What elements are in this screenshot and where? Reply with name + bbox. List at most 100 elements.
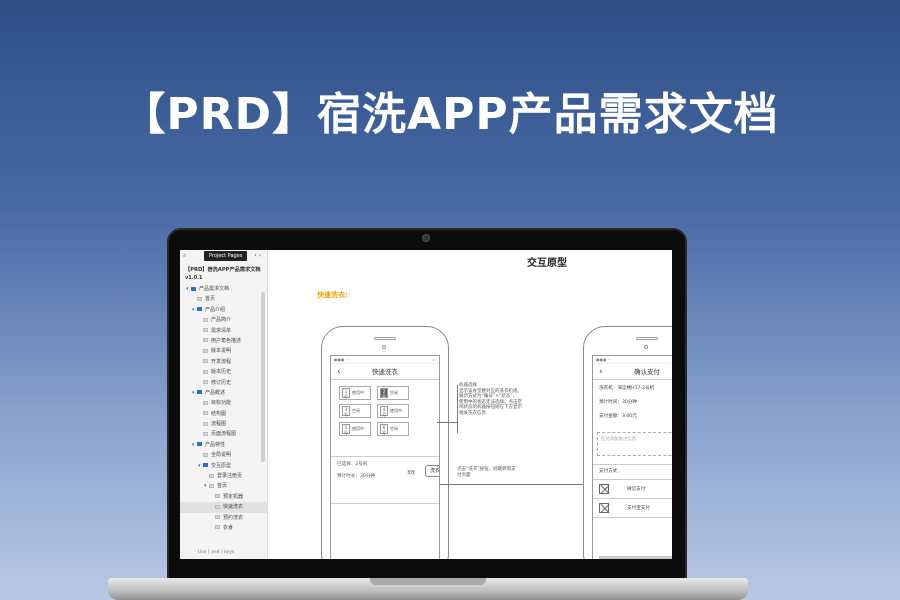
nav-arrows-icon[interactable]: ‹ › [254, 252, 261, 259]
search-icon[interactable]: ⌕ [183, 252, 186, 260]
phone-mockup-quick-wash: ●●● ◠ ▭ ‹ 快速洗衣 1号 使用中 2号 空闲 3号 空闲 4号 使用中 5号 使用中 6号空… [321, 326, 449, 559]
page-icon [215, 494, 220, 499]
sidebar-item[interactable]: 预定机器 [180, 492, 267, 502]
phone-screen: ●●● ◠▭ ‹ 确认支付 洗衣机：海淀楼H17-2号机 预计时间：30分钟 支… [592, 355, 672, 559]
folder-icon [191, 286, 196, 291]
nav-bar: ‹ 快速洗衣 [331, 364, 439, 380]
keyboard-hint: Use [ and ] keys [198, 550, 235, 555]
sidebar-item-label: 产品简介 [211, 317, 232, 324]
sidebar-item[interactable]: 修订历史 [180, 378, 267, 388]
page-tree: ▾ 产品需求文档 首页 ▾ 产品介绍 产品简介 需求清单 用户角色描述 版本说明 开发流程 版本历史… [180, 284, 267, 533]
page-icon [203, 338, 208, 343]
machine-button[interactable]: 4号 使用中 [377, 404, 409, 418]
sidebar-item[interactable]: ▾ 产品概述 [180, 388, 267, 398]
sidebar-item[interactable]: 版本说明 [180, 346, 267, 356]
sidebar-item[interactable]: ▾ 产品介绍 [180, 305, 267, 315]
sidebar-item-label: 全局说明 [211, 452, 232, 459]
sidebar-item-label: 版本历史 [211, 369, 232, 376]
page-icon [203, 369, 208, 374]
pay-option[interactable]: 支付宝支付 [593, 499, 672, 518]
folder-icon [197, 442, 202, 447]
sidebar-item[interactable]: 快速洗衣 [180, 502, 267, 513]
sidebar-item-label: 快速洗衣 [223, 504, 244, 511]
page-icon [203, 421, 208, 426]
machine-status: 空闲 [352, 408, 360, 413]
sidebar-item[interactable]: 开发流程 [180, 357, 267, 367]
remark-placeholder: 在此添加备注信息 [601, 437, 637, 442]
sidebar-item[interactable]: 预约洗衣 [180, 513, 267, 523]
amount-row: 支付金额：3.00元 [599, 414, 637, 419]
sidebar-item[interactable]: ▾ 交互原型 [180, 461, 267, 471]
machine-button[interactable]: 2号 空闲 [377, 386, 409, 400]
project-title: 【PRD】宿洗APP产品需求文档 [185, 267, 261, 273]
content-area: 交互原型 快速洗衣: ●●● ◠ ▭ ‹ 快速洗衣 1号 使用中 2号 空闲 3号 空闲 4号… [269, 250, 672, 559]
machine-status: 使用中 [352, 390, 364, 395]
sidebar-item[interactable]: 需求清单 [180, 326, 267, 336]
sidebar-scrollbar[interactable] [261, 292, 265, 462]
machine-button[interactable]: 3号 空闲 [339, 404, 371, 418]
sidebar-item[interactable]: 全局说明 [180, 450, 267, 460]
machine-button[interactable]: 6号 空闲 [377, 422, 409, 436]
sidebar-item[interactable]: 首页 [180, 294, 267, 304]
sidebar-item[interactable]: 版本历史 [180, 367, 267, 377]
folder-icon [197, 390, 202, 395]
machine-number: 2号 [380, 388, 388, 399]
sidebar-item-label: 开发流程 [211, 358, 232, 365]
duration-row: 预计时间：30分钟 [599, 400, 638, 405]
selection-info: 已选择：2号机 预计时长：30分钟 3元 洗衣 [331, 456, 439, 504]
sidebar-item[interactable]: ▾ 产品特性 [180, 440, 267, 450]
page-icon [203, 359, 208, 364]
wash-button[interactable]: 洗衣 [425, 465, 439, 477]
sidebar-item-label: 页面流程图 [211, 431, 237, 438]
sidebar-item[interactable]: 页面流程图 [180, 429, 267, 439]
page-icon [209, 483, 214, 488]
back-arrow-icon[interactable]: ‹ [599, 364, 603, 380]
page-icon [203, 317, 208, 322]
sidebar-item[interactable]: 结构图 [180, 409, 267, 419]
sidebar-item[interactable]: 衣食 [180, 523, 267, 533]
pay-logo-placeholder-icon [599, 503, 609, 513]
tab-project-pages[interactable]: Project Pages [204, 251, 248, 261]
sidebar-item[interactable]: ▾ 首页 [180, 481, 267, 491]
sidebar: ⌕ Project Pages ‹ › 【PRD】宿洗APP产品需求文档 v1.… [180, 250, 268, 559]
sidebar-item-label: 结构图 [211, 410, 227, 417]
pay-button[interactable]: 支付 [599, 556, 672, 559]
sidebar-item[interactable]: ▾ 产品需求文档 [180, 284, 267, 294]
nav-title: 快速洗衣 [372, 368, 398, 376]
sidebar-item[interactable]: 用户角色描述 [180, 336, 267, 346]
nav-title: 确认支付 [634, 368, 660, 376]
pay-logo-placeholder-icon [599, 484, 609, 494]
machine-button[interactable]: 1号 使用中 [339, 386, 371, 400]
page-icon [203, 400, 208, 405]
sidebar-item-label: 产品需求文档 [199, 286, 230, 292]
machine-number: 6号 [380, 424, 388, 435]
page-icon [203, 328, 208, 333]
folder-icon [197, 307, 202, 312]
nav-bar: ‹ 确认支付 [593, 364, 672, 380]
sidebar-item[interactable]: 流程图 [180, 419, 267, 429]
machine-button[interactable]: 5号 使用中 [339, 422, 371, 436]
page-icon [197, 296, 202, 301]
page-icon [209, 473, 214, 478]
page-title: 交互原型 [527, 258, 567, 269]
machine-status: 使用中 [390, 408, 402, 413]
page-icon [215, 525, 220, 530]
pay-option[interactable]: 微信支付 [593, 480, 672, 499]
back-arrow-icon[interactable]: ‹ [337, 364, 341, 380]
phone-mockup-payment: ●●● ◠▭ ‹ 确认支付 洗衣机：海淀楼H17-2号机 预计时间：30分钟 支… [583, 326, 672, 559]
phone-camera [382, 345, 386, 349]
annotation-bracket [457, 385, 458, 433]
sidebar-item-label: 首页 [217, 483, 228, 490]
page-icon [203, 452, 208, 457]
sidebar-item[interactable]: 登录注册页 [180, 471, 267, 481]
phone-camera [644, 345, 648, 349]
sidebar-item-label: 交互原型 [211, 462, 232, 469]
annotation-wash-click: 点击“洗衣”按钮，则跳转到支 付页面 [457, 467, 567, 478]
sidebar-item[interactable]: 产品简介 [180, 315, 267, 325]
sidebar-toolbar: ⌕ Project Pages ‹ › [180, 250, 267, 262]
sidebar-item[interactable]: 目标功能 [180, 398, 267, 408]
sidebar-item-label: 衣食 [223, 524, 234, 531]
status-bar: ●●● ◠▭ [331, 356, 439, 364]
folder-icon [203, 463, 208, 468]
sidebar-item-label: 预定机器 [223, 493, 244, 500]
